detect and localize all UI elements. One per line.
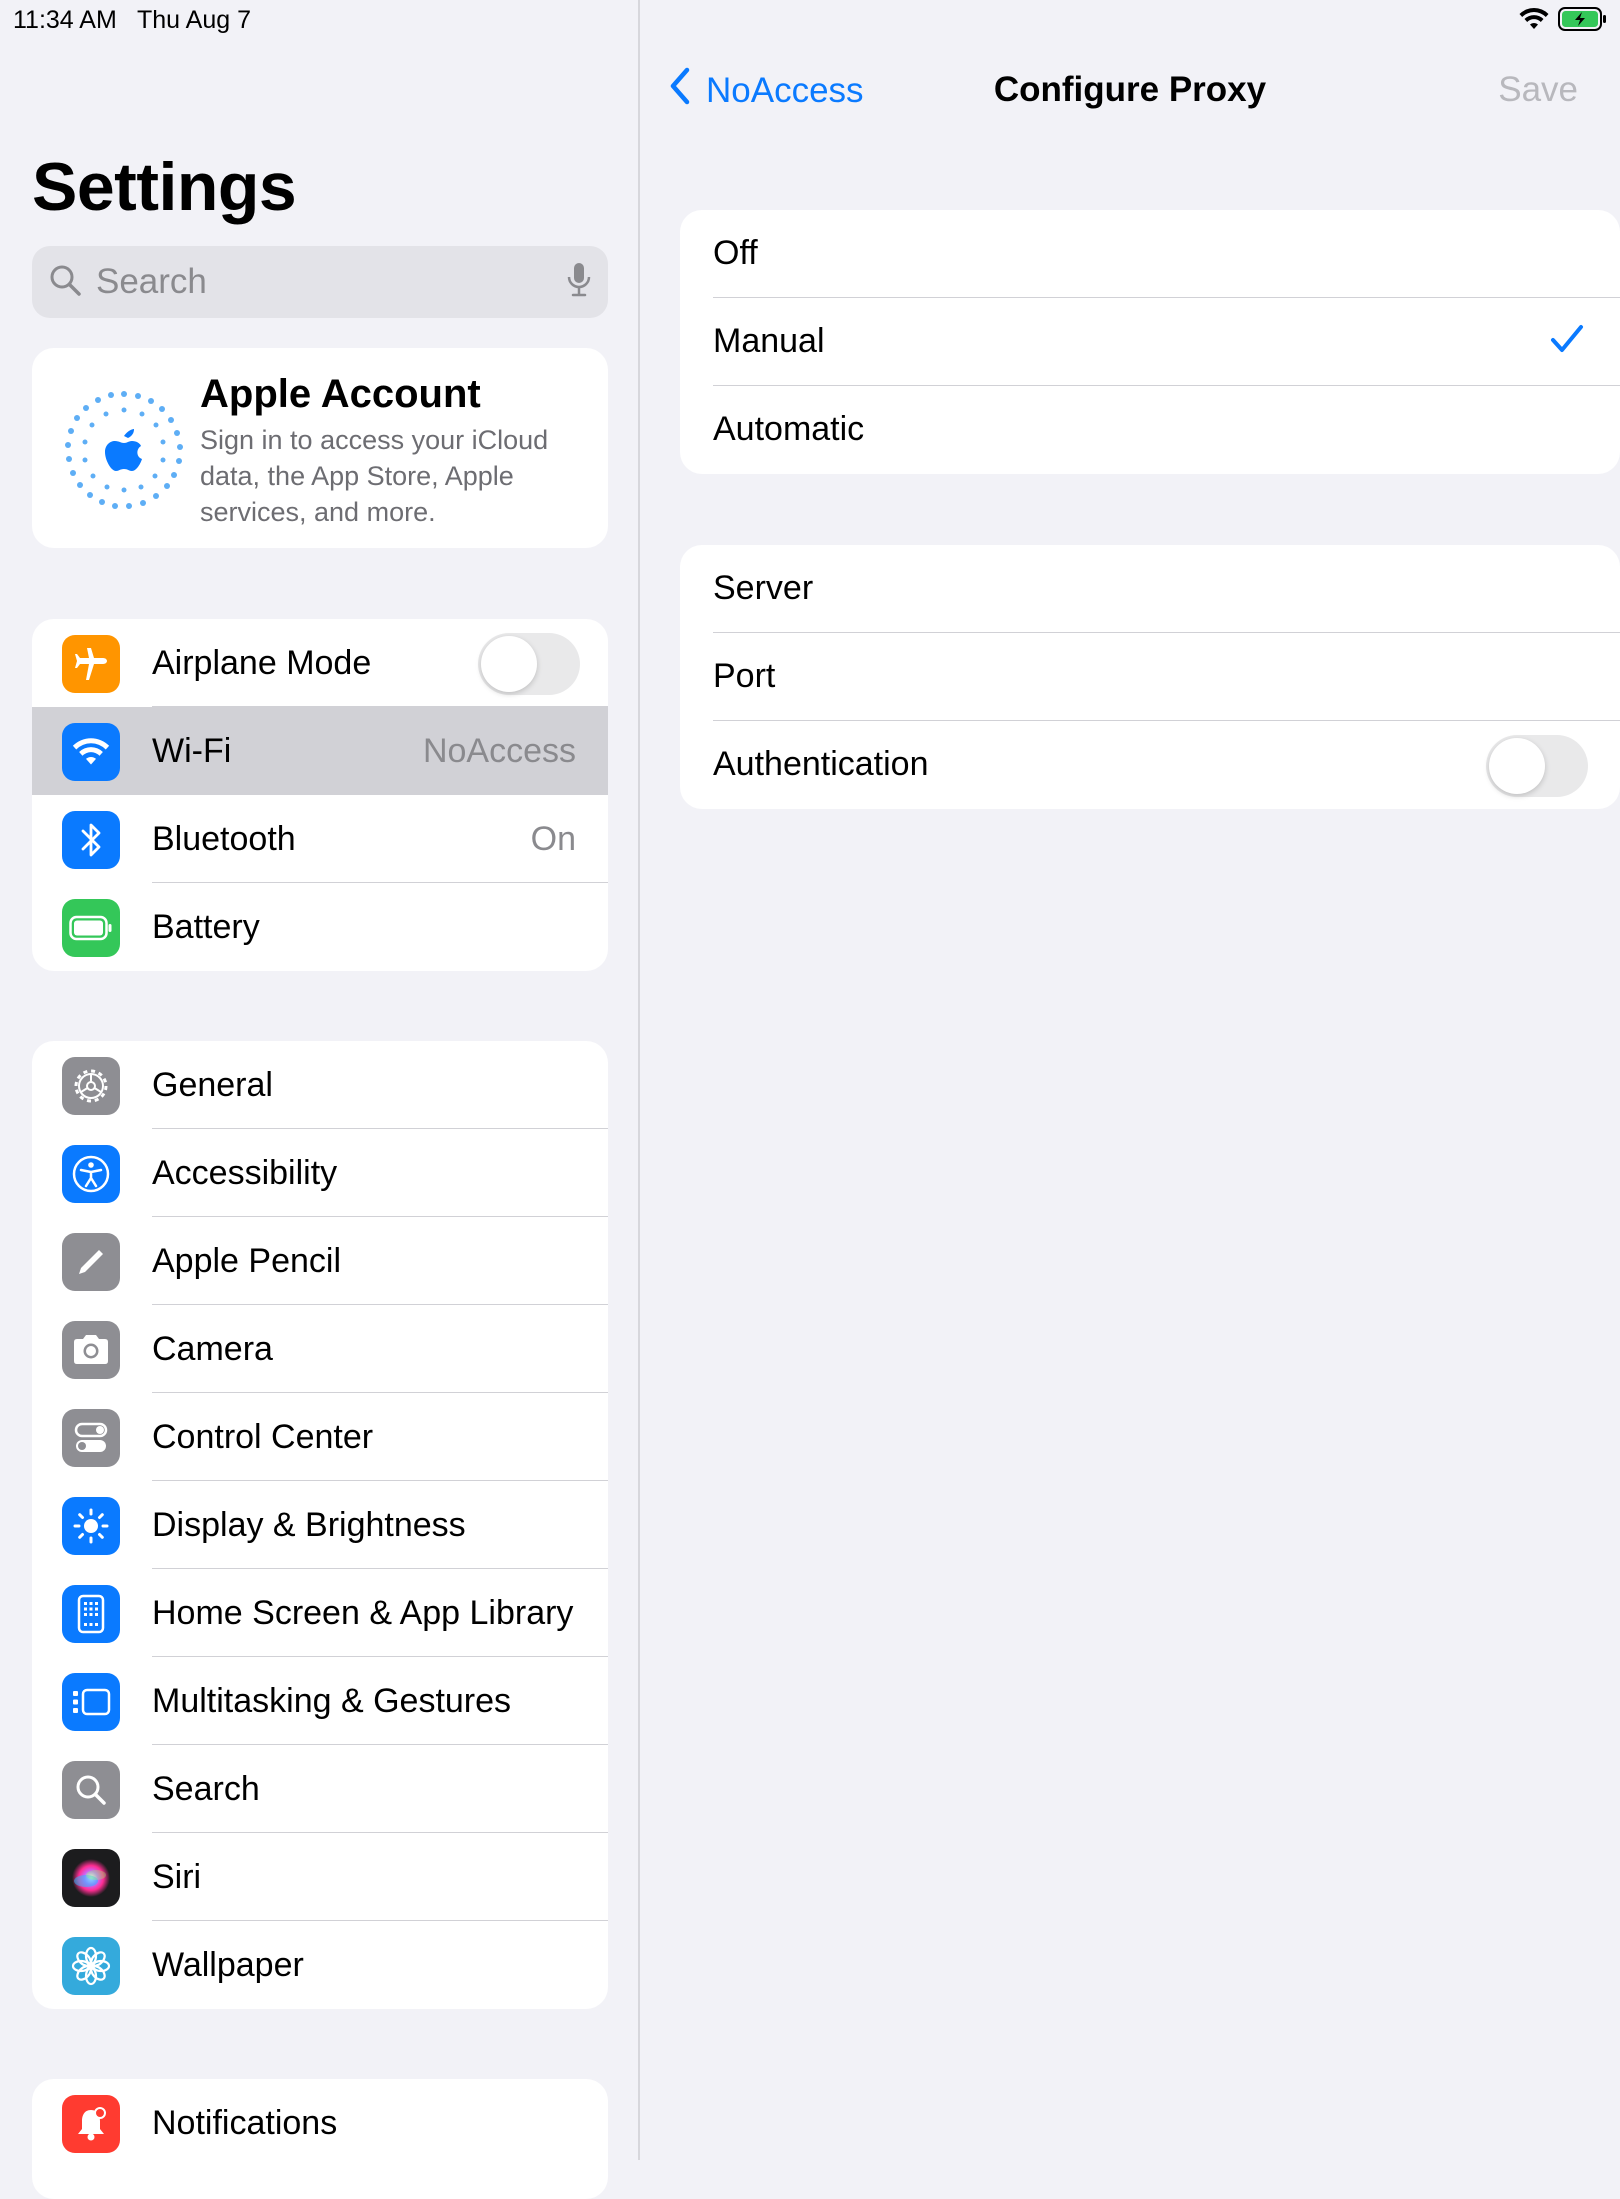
- authentication-toggle[interactable]: [1486, 735, 1588, 797]
- search-input[interactable]: [94, 261, 566, 303]
- sidebar-item-label: Search: [152, 1769, 260, 1808]
- flower-icon: [62, 1937, 120, 1995]
- bell-icon: [62, 2095, 120, 2153]
- proxy-mode-group: Off Manual Automatic: [680, 210, 1620, 474]
- proxy-mode-off[interactable]: Off: [680, 210, 1620, 298]
- apple-account-title: Apple Account: [200, 372, 481, 416]
- page-title: Configure Proxy: [993, 70, 1267, 109]
- sidebar-item-label: Apple Pencil: [152, 1241, 342, 1280]
- camera-icon: [62, 1321, 120, 1379]
- toggle-knob: [481, 636, 537, 692]
- apple-account-icon: [62, 388, 186, 512]
- apple-account-description: Sign in to access your iCloud data, the …: [200, 425, 549, 527]
- airplane-mode-toggle[interactable]: [478, 633, 580, 695]
- gear-icon: [62, 1057, 120, 1115]
- sidebar-item-wifi[interactable]: Wi-Fi NoAccess: [32, 707, 608, 795]
- proxy-mode-automatic[interactable]: Automatic: [680, 386, 1620, 474]
- sidebar-title: Settings: [32, 149, 297, 225]
- search-icon: [48, 263, 82, 302]
- sidebar-item-label: General: [152, 1065, 273, 1104]
- sidebar-item-general[interactable]: General: [32, 1041, 608, 1129]
- save-button[interactable]: Save: [1498, 70, 1578, 110]
- sidebar-item-label: Multitasking & Gestures: [152, 1681, 512, 1720]
- microphone-icon[interactable]: [566, 261, 592, 304]
- control-center-icon: [62, 1409, 120, 1467]
- general-settings-group: General Accessibility Apple Pencil Camer…: [32, 1041, 608, 2009]
- search-bar[interactable]: [32, 246, 608, 318]
- proxy-port-field[interactable]: Port: [680, 633, 1620, 721]
- search-icon: [62, 1761, 120, 1819]
- notifications-group: Notifications: [32, 2079, 608, 2199]
- sidebar-item-home-screen[interactable]: Home Screen & App Library: [32, 1569, 608, 1657]
- wifi-network-value: NoAccess: [422, 731, 576, 770]
- sidebar-item-label: Control Center: [152, 1417, 374, 1456]
- sidebar-item-label: Accessibility: [152, 1153, 338, 1192]
- sidebar-item-airplane-mode[interactable]: Airplane Mode: [32, 619, 608, 707]
- sidebar-item-label: Siri: [152, 1857, 202, 1896]
- sidebar-item-bluetooth[interactable]: Bluetooth On: [32, 795, 608, 883]
- proxy-field-label: Port: [713, 657, 776, 695]
- accessibility-icon: [62, 1145, 120, 1203]
- sidebar-item-label: Home Screen & App Library: [152, 1593, 574, 1632]
- sidebar-item-label: Camera: [152, 1329, 273, 1368]
- sidebar-item-label: Wallpaper: [152, 1945, 304, 1984]
- proxy-field-label: Authentication: [713, 745, 929, 783]
- sidebar-item-accessibility[interactable]: Accessibility: [32, 1129, 608, 1217]
- wifi-icon: [62, 723, 120, 781]
- proxy-mode-manual[interactable]: Manual: [680, 298, 1620, 386]
- sidebar: Settings Search Apple Account Sign in to…: [0, 0, 640, 2199]
- proxy-mode-label: Off: [713, 234, 758, 272]
- sidebar-item-apple-pencil[interactable]: Apple Pencil: [32, 1217, 608, 1305]
- sidebar-item-control-center[interactable]: Control Center: [32, 1393, 608, 1481]
- proxy-authentication-row: Authentication: [680, 721, 1620, 809]
- sidebar-item-search[interactable]: Search: [32, 1745, 608, 1833]
- connectivity-group: Airplane Mode Wi-Fi NoAccess Bluetooth O…: [32, 619, 608, 971]
- sidebar-item-label: Display & Brightness: [152, 1505, 466, 1544]
- proxy-settings-group: Server Port Authentication: [680, 545, 1620, 809]
- home-screen-icon: [62, 1585, 120, 1643]
- proxy-field-label: Server: [713, 569, 814, 607]
- sidebar-item-multitasking[interactable]: Multitasking & Gestures: [32, 1657, 608, 1745]
- detail-pane: NoAccess Configure Proxy Save Off Manual…: [640, 0, 1620, 2160]
- sidebar-item-label: Notifications: [152, 2103, 338, 2142]
- proxy-mode-label: Automatic: [713, 410, 865, 448]
- sidebar-item-siri[interactable]: Siri: [32, 1833, 608, 1921]
- toggle-knob: [1489, 738, 1545, 794]
- sidebar-item-camera[interactable]: Camera: [32, 1305, 608, 1393]
- siri-icon: [62, 1849, 120, 1907]
- bluetooth-icon: [62, 811, 120, 869]
- proxy-mode-label: Manual: [713, 322, 825, 360]
- sidebar-item-wallpaper[interactable]: Wallpaper: [32, 1921, 608, 2009]
- sidebar-item-display-brightness[interactable]: Display & Brightness: [32, 1481, 608, 1569]
- sidebar-item-battery[interactable]: Battery: [32, 883, 608, 971]
- multitasking-icon: [62, 1673, 120, 1731]
- proxy-server-field[interactable]: Server: [680, 545, 1620, 633]
- sidebar-item-label: Wi-Fi: [152, 731, 232, 770]
- sun-icon: [62, 1497, 120, 1555]
- sidebar-item-label: Battery: [152, 907, 260, 946]
- apple-account-card[interactable]: Apple Account Sign in to access your iCl…: [32, 348, 608, 548]
- sidebar-item-notifications[interactable]: Notifications: [32, 2079, 608, 2167]
- sidebar-item-label: Airplane Mode: [152, 643, 372, 682]
- bluetooth-status-value: On: [530, 819, 576, 858]
- sidebar-item-label: Bluetooth: [152, 819, 296, 858]
- pencil-icon: [62, 1233, 120, 1291]
- checkmark-icon: [1550, 322, 1584, 361]
- airplane-icon: [62, 635, 120, 693]
- battery-icon: [62, 899, 120, 957]
